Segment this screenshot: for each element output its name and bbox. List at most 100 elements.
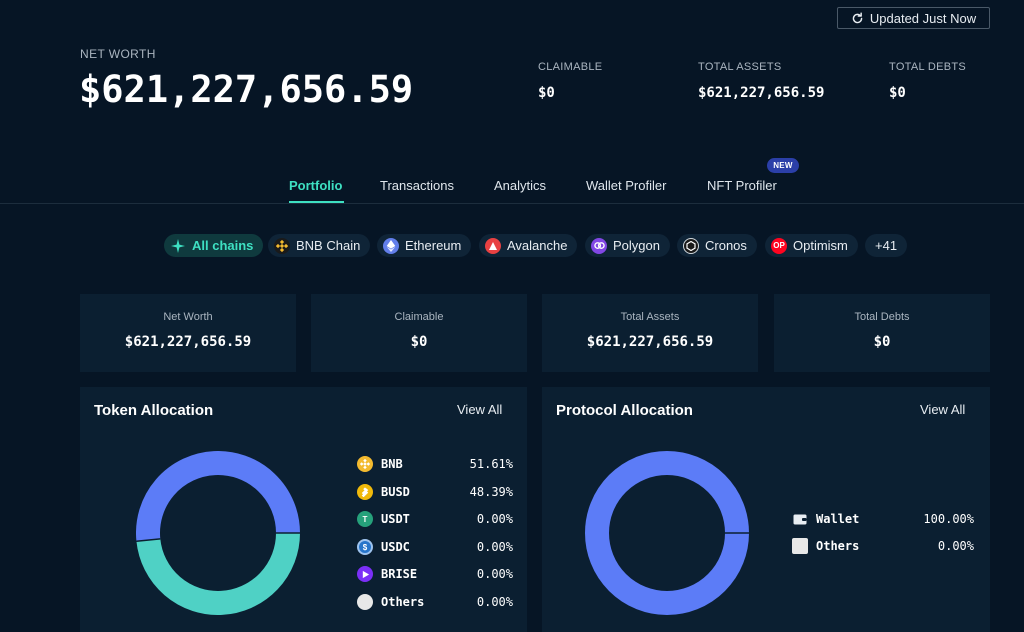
tab-wallet-profiler[interactable]: Wallet Profiler	[586, 178, 666, 193]
card-total-debts: Total Debts $0	[774, 294, 990, 372]
brise-icon	[357, 566, 373, 582]
token-donut-chart	[136, 451, 300, 615]
view-all-link[interactable]: View All	[920, 402, 965, 417]
updated-label: Updated Just Now	[869, 10, 977, 26]
updated-button[interactable]: Updated Just Now	[837, 7, 990, 29]
card-claimable: Claimable $0	[311, 294, 527, 372]
chain-polygon[interactable]: Polygon	[585, 234, 670, 257]
legend-name: USDC	[381, 540, 410, 554]
chain-label: Optimism	[793, 238, 848, 253]
card-label: Claimable	[394, 311, 444, 323]
legend-pct: 48.39%	[469, 485, 513, 499]
stat-value: $0	[538, 85, 555, 101]
legend-name: Others	[381, 595, 425, 609]
legend-row-usdt: T USDT 0.00%	[357, 511, 513, 527]
tab-transactions[interactable]: Transactions	[380, 178, 454, 193]
legend-row-busd: BUSD 48.39%	[357, 484, 513, 500]
legend-row-wallet: Wallet 100.00%	[792, 511, 974, 527]
card-net-worth: Net Worth $621,227,656.59	[80, 294, 296, 372]
card-label: Total Assets	[620, 311, 680, 323]
tab-analytics[interactable]: Analytics	[494, 178, 546, 193]
stat-label: TOTAL DEBTS	[889, 61, 967, 73]
chain-bnb[interactable]: BNB Chain	[268, 234, 371, 257]
stat-claimable: CLAIMABLE $0	[538, 61, 602, 101]
stat-value: $621,227,656.59	[698, 85, 825, 101]
legend-pct: 0.00%	[937, 539, 974, 553]
chain-label: Cronos	[705, 238, 747, 253]
usdc-icon: $	[357, 539, 373, 555]
legend-name: BUSD	[381, 485, 410, 499]
legend-pct: 0.00%	[476, 540, 513, 554]
chain-label: Polygon	[613, 238, 660, 253]
optimism-icon: OP	[771, 237, 787, 254]
legend-row-bnb: BNB 51.61%	[357, 456, 513, 472]
busd-icon	[357, 484, 373, 500]
usdt-icon: T	[357, 511, 373, 527]
legend-pct: 0.00%	[476, 512, 513, 526]
protocol-donut-chart	[585, 451, 749, 615]
chain-label: Ethereum	[405, 238, 462, 253]
others-icon	[357, 594, 373, 610]
chain-all[interactable]: All chains	[164, 234, 264, 257]
bnb-icon	[357, 456, 373, 472]
panel-title: Token Allocation	[94, 402, 214, 419]
legend-pct: 100.00%	[923, 512, 974, 526]
chain-label: All chains	[192, 238, 254, 253]
card-value: $0	[873, 334, 891, 350]
chain-label: BNB Chain	[296, 238, 361, 253]
others-icon	[792, 538, 808, 554]
legend-name: Others	[816, 539, 860, 553]
panel-title: Protocol Allocation	[556, 402, 693, 419]
net-worth-value: $621,227,656.59	[79, 68, 414, 111]
donut-slice-busd	[136, 532, 300, 615]
tab-bar: Portfolio Transactions Analytics Wallet …	[0, 168, 1024, 204]
card-value: $621,227,656.59	[586, 334, 714, 350]
legend-name: Wallet	[816, 512, 860, 526]
legend-row-brise: BRISE 0.00%	[357, 566, 513, 582]
chain-ethereum[interactable]: Ethereum	[377, 234, 472, 257]
stat-label: CLAIMABLE	[538, 61, 603, 73]
card-label: Total Debts	[854, 311, 910, 323]
new-badge: NEW	[767, 158, 799, 173]
legend-pct: 51.61%	[469, 457, 513, 471]
refresh-icon	[852, 11, 863, 23]
chain-optimism[interactable]: OP Optimism	[765, 234, 858, 257]
stat-label: TOTAL ASSETS	[698, 61, 782, 73]
chain-avalanche[interactable]: Avalanche	[479, 234, 578, 257]
tab-portfolio[interactable]: Portfolio	[289, 178, 342, 193]
chain-more-label: +41	[875, 238, 898, 253]
legend-row-others: Others 0.00%	[792, 538, 974, 554]
polygon-icon	[591, 237, 607, 254]
stat-value: $0	[889, 85, 906, 101]
net-worth-label: NET WORTH	[80, 47, 156, 61]
ethereum-icon	[383, 237, 399, 254]
avalanche-icon	[485, 237, 501, 254]
protocol-allocation-panel: Protocol Allocation View All Wallet 100.…	[542, 387, 990, 632]
chain-more[interactable]: +41	[865, 234, 908, 257]
bnb-icon	[274, 237, 290, 254]
legend-row-others: Others 0.00%	[357, 594, 513, 610]
cronos-icon	[683, 237, 699, 254]
sparkle-icon	[170, 238, 186, 254]
legend-name: USDT	[381, 512, 410, 526]
active-tab-indicator	[289, 201, 344, 203]
stat-total-debts: TOTAL DEBTS $0	[889, 61, 966, 101]
view-all-link[interactable]: View All	[457, 402, 502, 417]
legend-name: BNB	[381, 457, 403, 471]
card-value: $621,227,656.59	[124, 334, 252, 350]
donut-slice-wallet	[585, 451, 749, 615]
tab-nft-profiler[interactable]: NFT Profiler	[707, 178, 777, 193]
card-label: Net Worth	[163, 311, 213, 323]
donut-slice-bnb	[136, 451, 300, 542]
chain-cronos[interactable]: Cronos	[677, 234, 757, 257]
legend-pct: 0.00%	[476, 567, 513, 581]
wallet-icon	[792, 511, 808, 527]
legend-name: BRISE	[381, 567, 418, 581]
token-allocation-panel: Token Allocation View All BNB 51.61% BUS…	[80, 387, 527, 632]
card-value: $0	[410, 334, 428, 350]
card-total-assets: Total Assets $621,227,656.59	[542, 294, 758, 372]
chain-label: Avalanche	[507, 238, 568, 253]
legend-pct: 0.00%	[476, 595, 513, 609]
legend-row-usdc: $ USDC 0.00%	[357, 539, 513, 555]
stat-total-assets: TOTAL ASSETS $621,227,656.59	[698, 61, 824, 101]
